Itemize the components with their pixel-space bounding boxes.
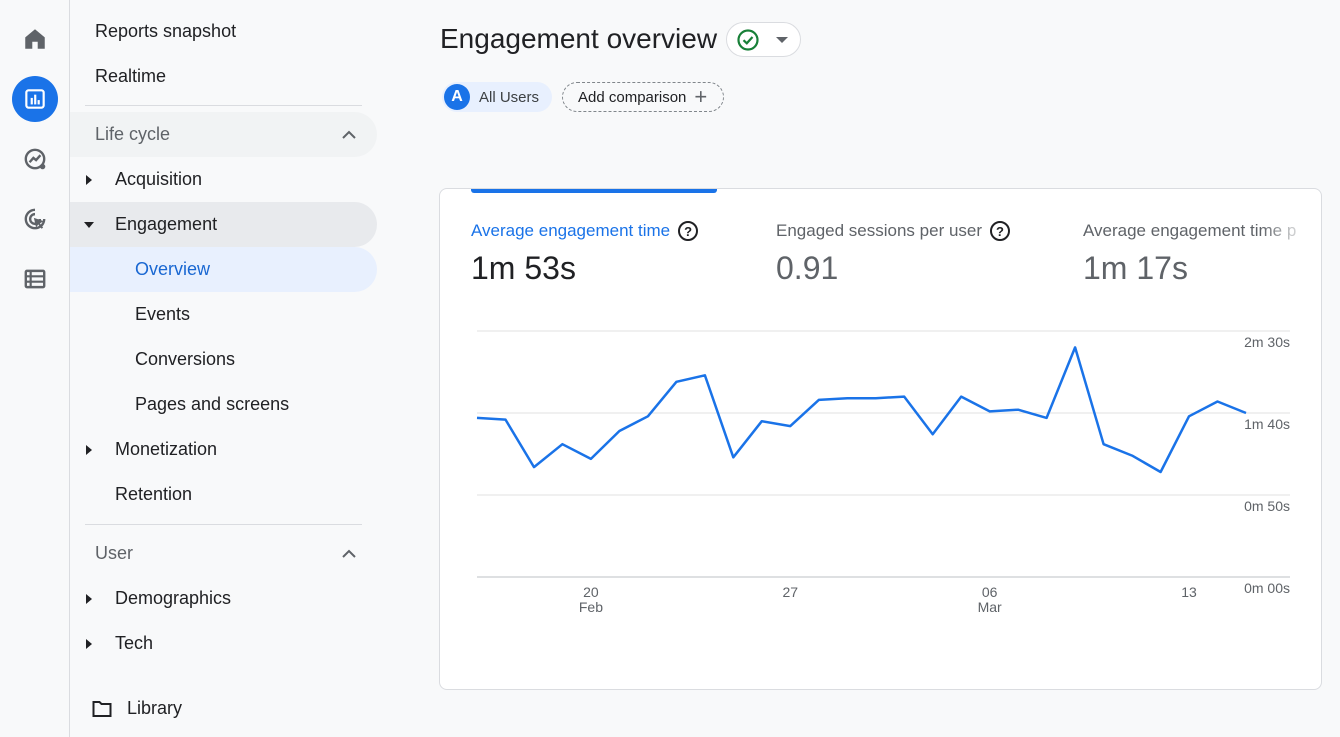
nav-engagement-label: Engagement xyxy=(115,214,218,234)
series-line-avg-engagement-time xyxy=(476,346,1247,474)
page-title: Engagement overview xyxy=(440,23,718,54)
folder-icon xyxy=(92,700,112,717)
nav-reports-snapshot-label: Reports snapshot xyxy=(95,21,237,41)
icon-rail xyxy=(0,0,70,737)
home-icon[interactable] xyxy=(12,16,58,62)
y-tick-label: 0m 50s xyxy=(1244,498,1290,514)
caret-right-icon xyxy=(86,593,92,604)
nav-section-user-label: User xyxy=(95,543,134,563)
nav-divider xyxy=(85,524,362,525)
nav-engagement-overview-label: Overview xyxy=(135,259,211,279)
caret-right-icon xyxy=(86,174,92,185)
nav-retention-label: Retention xyxy=(115,484,193,504)
add-comparison-button[interactable]: Add comparison + xyxy=(562,82,724,112)
nav-reports-snapshot[interactable]: Reports snapshot xyxy=(70,9,377,54)
nav-demographics[interactable]: Demographics xyxy=(70,576,377,621)
caret-right-icon xyxy=(86,444,92,455)
report-status-dropdown[interactable] xyxy=(726,22,801,57)
dropdown-arrow-icon xyxy=(776,36,788,43)
nav-engagement-overview[interactable]: Overview xyxy=(70,247,377,292)
reports-navigation: Reports snapshot Realtime Life cycle Acq… xyxy=(70,0,380,737)
engagement-card: Average engagement time ? 1m 53s Engaged… xyxy=(439,188,1322,690)
nav-retention[interactable]: Retention xyxy=(70,472,377,517)
engagement-line-chart: 2m 30s 1m 40s 0m 50s 0m 00s 20Feb 27 06Mar 13 xyxy=(476,330,1290,615)
nav-tech-label: Tech xyxy=(115,633,154,653)
x-tick-day-label: 20 xyxy=(583,584,599,600)
explore-icon[interactable] xyxy=(12,136,58,182)
nav-monetization-label: Monetization xyxy=(115,439,218,459)
x-tick-month-label: Feb xyxy=(579,599,603,615)
nav-library[interactable]: Library xyxy=(70,686,377,731)
plus-icon: + xyxy=(694,84,708,109)
nav-divider xyxy=(85,105,362,106)
y-tick-label: 1m 40s xyxy=(1244,416,1290,432)
nav-acquisition-label: Acquisition xyxy=(115,169,203,189)
caret-down-icon xyxy=(84,221,94,228)
nav-realtime-label: Realtime xyxy=(95,66,167,86)
nav-engagement-events-label: Events xyxy=(135,304,191,324)
chevron-up-icon xyxy=(342,130,356,139)
reports-icon[interactable] xyxy=(12,76,58,122)
x-tick-month-label: Mar xyxy=(978,599,1002,615)
nav-demographics-label: Demographics xyxy=(115,588,232,608)
nav-tech[interactable]: Tech xyxy=(70,621,377,666)
comparison-chip-label: All Users xyxy=(479,88,540,106)
advertising-icon[interactable] xyxy=(12,196,58,242)
nav-engagement-events[interactable]: Events xyxy=(70,292,377,337)
nav-engagement[interactable]: Engagement xyxy=(70,202,377,247)
x-tick-day-label: 13 xyxy=(1181,584,1197,600)
nav-realtime[interactable]: Realtime xyxy=(70,54,377,99)
nav-section-lifecycle-label: Life cycle xyxy=(95,124,171,144)
y-tick-label: 2m 30s xyxy=(1244,334,1290,350)
nav-engagement-pages-label: Pages and screens xyxy=(135,394,290,414)
x-tick-day-label: 27 xyxy=(783,584,799,600)
nav-acquisition[interactable]: Acquisition xyxy=(70,157,377,202)
y-tick-label: 0m 00s xyxy=(1244,580,1290,596)
comparison-chip-all-users[interactable]: A All Users xyxy=(442,82,552,112)
add-comparison-label: Add comparison xyxy=(578,88,687,106)
nav-engagement-conversions[interactable]: Conversions xyxy=(70,337,377,382)
nav-engagement-conversions-label: Conversions xyxy=(135,349,236,369)
x-tick-day-label: 06 xyxy=(982,584,998,600)
configure-list-icon[interactable] xyxy=(12,256,58,302)
check-circle-icon xyxy=(737,28,759,51)
nav-section-user[interactable]: User xyxy=(70,531,377,576)
nav-section-lifecycle[interactable]: Life cycle xyxy=(70,112,377,157)
caret-right-icon xyxy=(86,638,92,649)
nav-monetization[interactable]: Monetization xyxy=(70,427,377,472)
comparison-avatar: A xyxy=(444,84,470,110)
nav-engagement-pages-and-screens[interactable]: Pages and screens xyxy=(70,382,377,427)
chevron-up-icon xyxy=(342,549,356,558)
nav-library-label: Library xyxy=(127,698,183,718)
